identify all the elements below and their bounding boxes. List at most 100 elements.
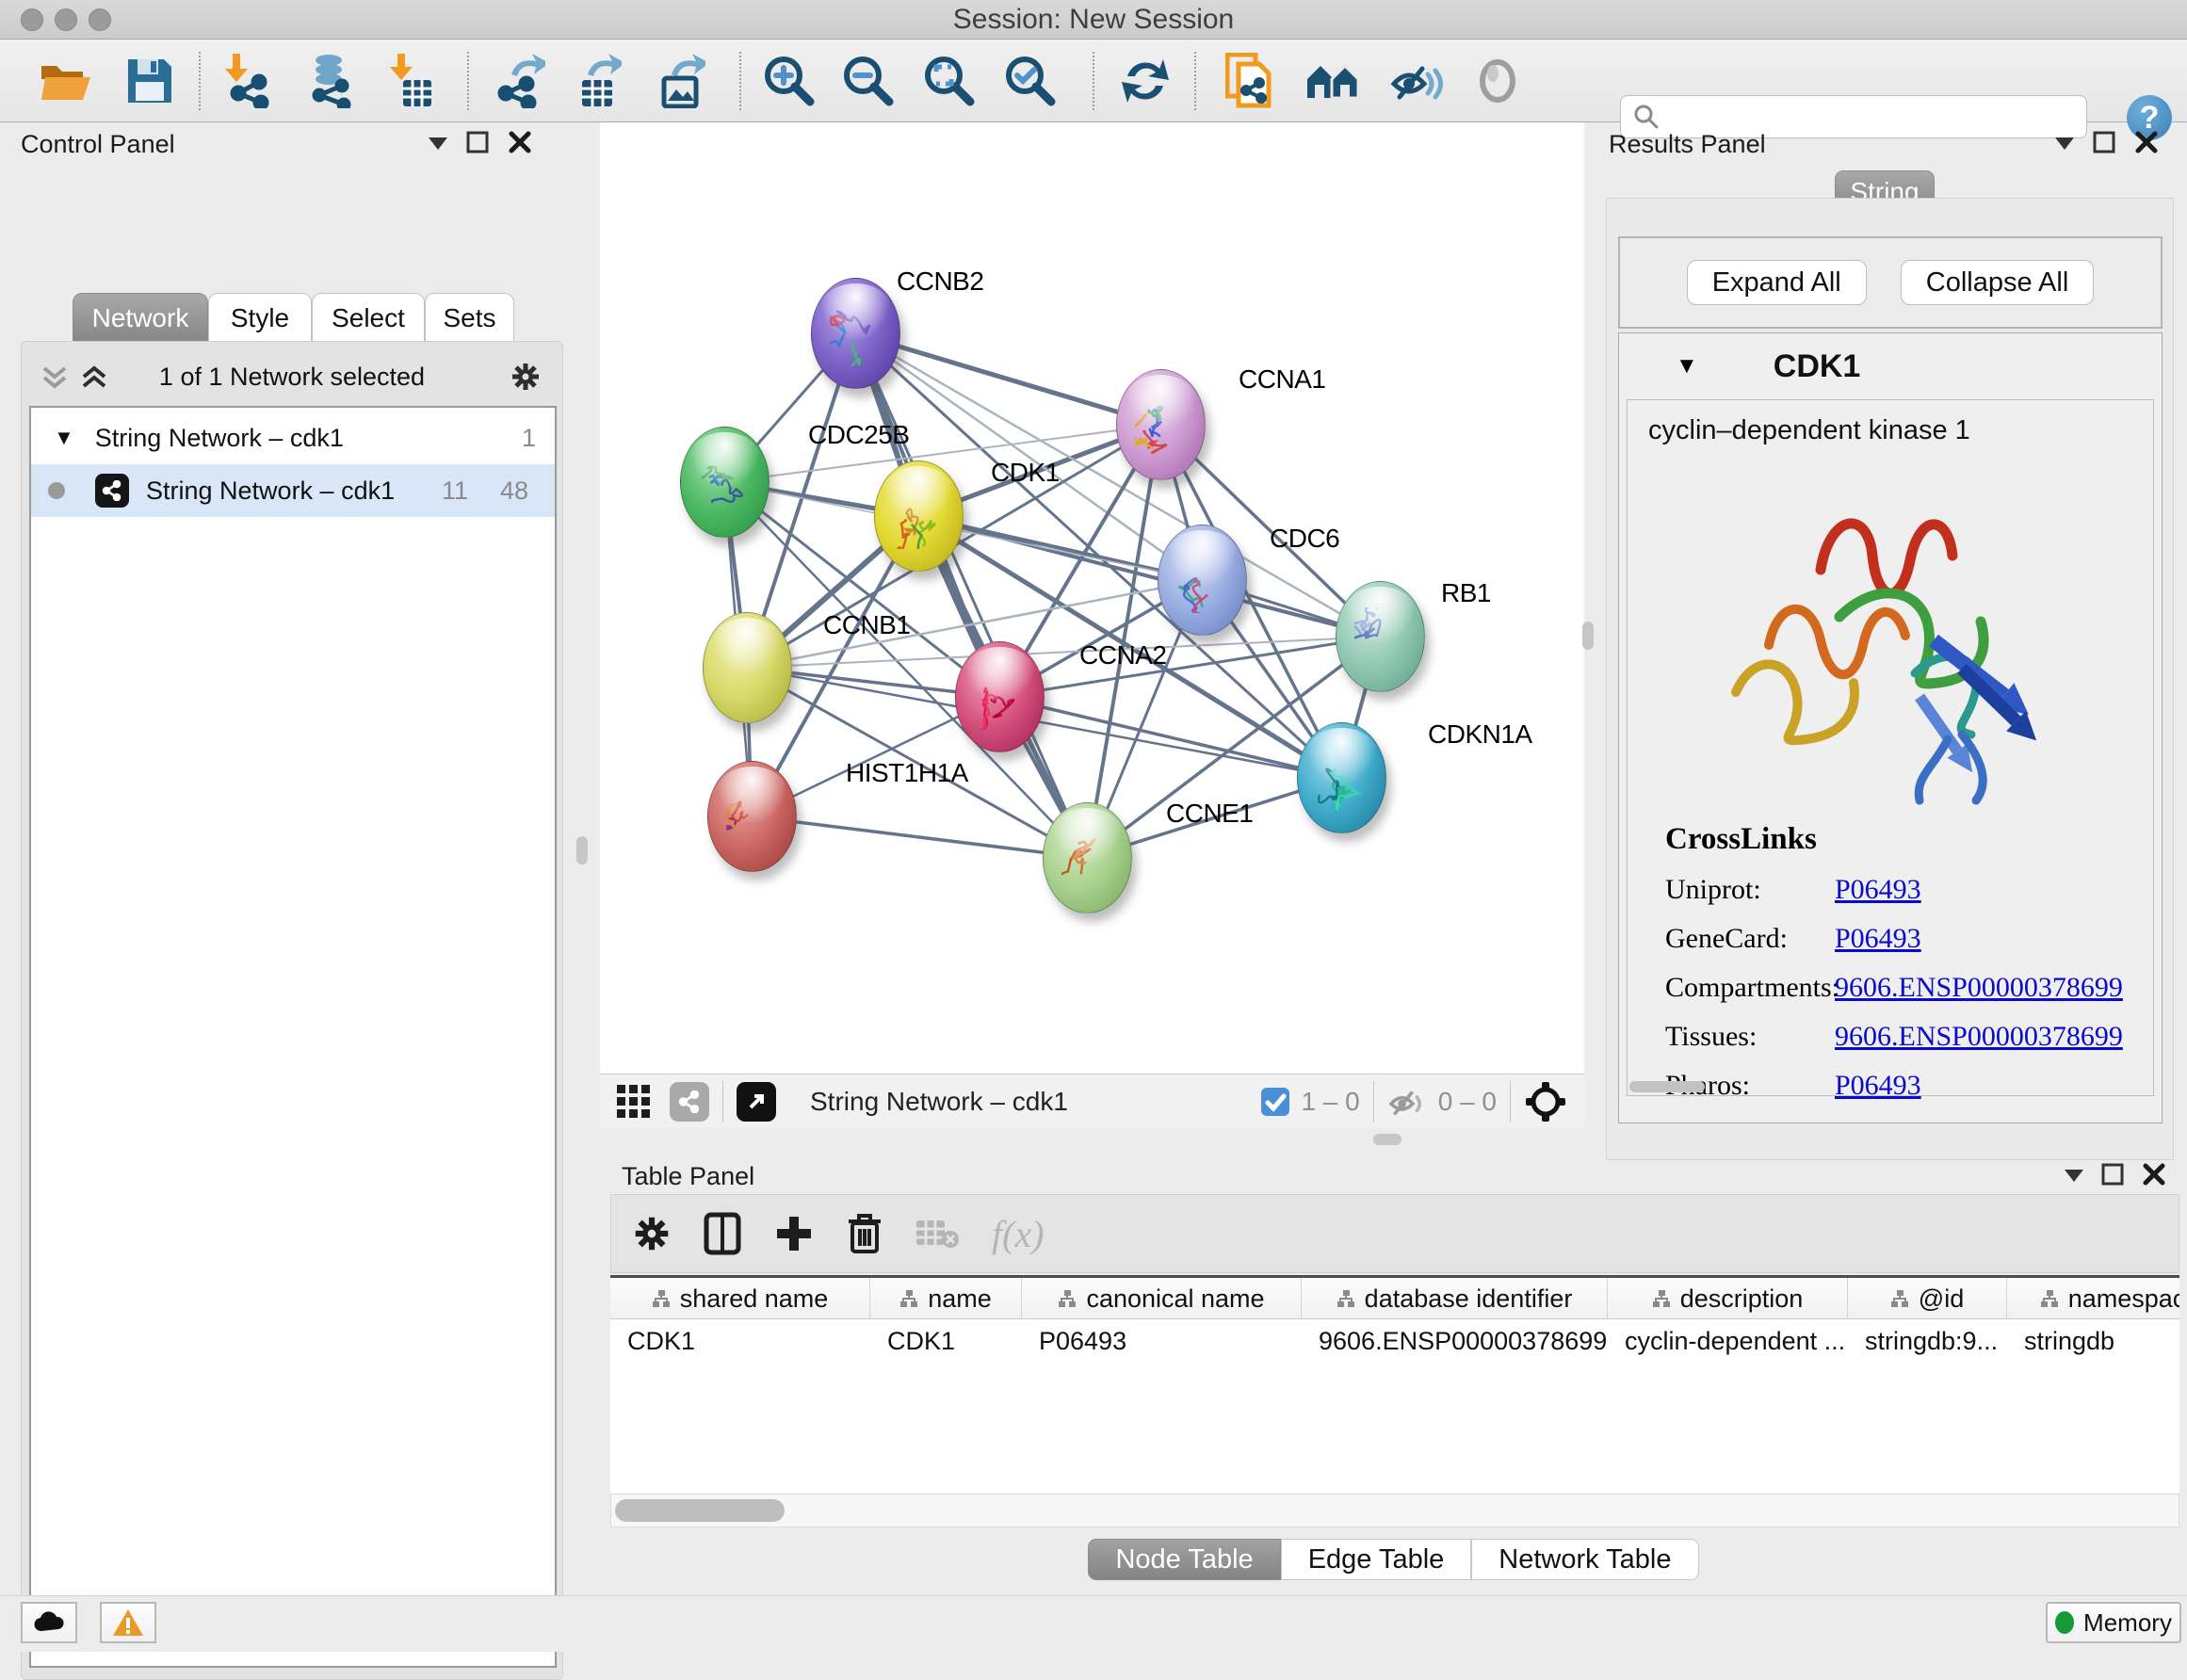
import-network-button[interactable] <box>216 50 278 112</box>
expand-all-button[interactable]: Expand All <box>1687 260 1867 305</box>
gene-card-scrollbar[interactable] <box>1629 1081 1705 1092</box>
table-cell[interactable]: CDK1 <box>870 1319 1022 1363</box>
grid-icon[interactable] <box>615 1083 653 1121</box>
network-node-cdkn1a[interactable] <box>1297 722 1386 833</box>
refresh-view-button[interactable] <box>1114 50 1176 112</box>
crosslink-link[interactable]: 9606.ENSP00000378699 <box>1835 972 2123 1004</box>
control-panel-menu-icon[interactable] <box>429 137 447 150</box>
network-overview-icon[interactable] <box>670 1082 709 1122</box>
table-cell[interactable]: 9606.ENSP00000378699 <box>1302 1319 1608 1363</box>
open-in-window-icon[interactable] <box>737 1082 776 1122</box>
show-columns-icon[interactable] <box>704 1212 741 1255</box>
right-splitter-handle[interactable] <box>1582 622 1594 650</box>
fit-selection-crosshair-icon[interactable] <box>1524 1080 1567 1123</box>
column-header-canonical-name[interactable]: canonical name <box>1022 1278 1302 1319</box>
import-network-from-database-button[interactable] <box>299 50 361 112</box>
table-panel-close-icon[interactable] <box>2142 1162 2166 1187</box>
table-cell[interactable]: CDK1 <box>610 1319 870 1363</box>
network-row-selected[interactable]: String Network – cdk1 11 48 <box>31 464 555 517</box>
column-header-name[interactable]: name <box>870 1278 1022 1319</box>
zoom-in-button[interactable] <box>758 50 820 112</box>
add-icon[interactable] <box>773 1213 815 1254</box>
selected-checkbox-icon[interactable] <box>1259 1086 1291 1118</box>
scrollbar-thumb[interactable] <box>615 1499 785 1522</box>
gear-icon[interactable] <box>510 361 542 393</box>
control-panel-title: Control Panel <box>21 130 175 159</box>
network-edge[interactable] <box>999 697 1341 778</box>
hidden-eye-icon[interactable] <box>1387 1085 1429 1119</box>
memory-label: Memory <box>2083 1608 2172 1638</box>
network-view-canvas[interactable]: CCNB2CCNA1CDC25BCDK1CDC6RB1CCNB1CCNA2CDK… <box>600 122 1584 1074</box>
network-node-ccna1[interactable] <box>1116 369 1206 480</box>
tab-sets[interactable]: Sets <box>425 293 514 342</box>
network-edge[interactable] <box>855 333 1160 425</box>
home-layout-button[interactable] <box>1303 50 1365 112</box>
network-node-hist1h1a[interactable] <box>707 761 797 872</box>
hide-unhide-button[interactable] <box>1386 50 1449 112</box>
network-node-ccnb1[interactable] <box>703 612 792 723</box>
node-table[interactable]: shared namenamecanonical namedatabase id… <box>610 1275 2179 1494</box>
table-cell[interactable]: stringdb:9... <box>1848 1319 2007 1363</box>
export-image-button[interactable] <box>649 50 711 112</box>
results-panel-menu-icon[interactable] <box>2055 137 2074 150</box>
gear-icon[interactable] <box>632 1214 672 1253</box>
network-node-cdc6[interactable] <box>1158 525 1247 636</box>
table-row[interactable]: CDK1CDK1P064939606.ENSP00000378699cyclin… <box>610 1319 2179 1363</box>
column-header-description[interactable]: description <box>1608 1278 1848 1319</box>
zoom-selected-button[interactable] <box>999 50 1061 112</box>
results-panel-float-icon[interactable] <box>2092 130 2116 154</box>
column-header-namespace[interactable]: namespace <box>2007 1278 2179 1319</box>
network-node-ccne1[interactable] <box>1043 802 1132 913</box>
show-eye-button[interactable] <box>1466 50 1529 112</box>
table-cell[interactable]: cyclin-dependent ... <box>1608 1319 1848 1363</box>
eye-slash-icon <box>1390 57 1445 105</box>
table-panel-float-icon[interactable] <box>2100 1162 2125 1187</box>
column-header--id[interactable]: @id <box>1848 1278 2007 1319</box>
open-session-button[interactable] <box>35 50 97 112</box>
gene-collapse-icon[interactable]: ▼ <box>1676 353 1698 380</box>
save-session-button[interactable] <box>119 50 181 112</box>
crosslink-link[interactable]: P06493 <box>1835 923 1921 955</box>
table-panel-menu-icon[interactable] <box>2065 1170 2083 1182</box>
network-collection-row[interactable]: ▼ String Network – cdk1 1 <box>31 412 555 464</box>
table-horizontal-scrollbar[interactable] <box>610 1494 2179 1527</box>
results-panel-close-icon[interactable] <box>2134 130 2159 154</box>
gene-card-header[interactable]: ▼ CDK1 <box>1619 333 2162 399</box>
cloud-status-button[interactable] <box>21 1602 77 1643</box>
copy-network-button[interactable] <box>1218 50 1280 112</box>
tab-style[interactable]: Style <box>208 293 312 342</box>
network-node-cdk1[interactable] <box>874 460 964 572</box>
crosslink-link[interactable]: P06493 <box>1835 1070 1921 1102</box>
tab-select[interactable]: Select <box>312 293 425 342</box>
collapse-all-button[interactable]: Collapse All <box>1901 260 2095 305</box>
table-cell[interactable]: stringdb <box>2007 1319 2179 1363</box>
tab-network[interactable]: Network <box>73 293 208 342</box>
crosslink-link[interactable]: 9606.ENSP00000378699 <box>1835 1021 2123 1053</box>
tab-node-table[interactable]: Node Table <box>1088 1539 1280 1580</box>
main-toolbar: ? <box>0 40 2187 122</box>
network-node-rb1[interactable] <box>1336 581 1425 692</box>
export-network-button[interactable] <box>489 50 551 112</box>
network-node-cdc25b[interactable] <box>680 427 770 538</box>
network-node-ccnb2[interactable] <box>811 278 900 389</box>
column-header-database-identifier[interactable]: database identifier <box>1302 1278 1608 1319</box>
left-splitter-handle[interactable] <box>576 836 588 864</box>
column-header-shared-name[interactable]: shared name <box>610 1278 870 1319</box>
trash-icon[interactable] <box>847 1212 883 1255</box>
network-edge[interactable] <box>752 816 1087 858</box>
horizontal-splitter-handle[interactable] <box>1373 1134 1401 1145</box>
memory-button[interactable]: Memory <box>2046 1602 2181 1643</box>
import-table-button[interactable] <box>381 50 443 112</box>
control-panel-float-icon[interactable] <box>465 130 490 154</box>
tab-edge-table[interactable]: Edge Table <box>1281 1539 1472 1580</box>
zoom-out-button[interactable] <box>837 50 899 112</box>
network-node-ccna2[interactable] <box>955 641 1045 752</box>
zoom-fit-button[interactable] <box>918 50 980 112</box>
warnings-button[interactable] <box>100 1602 156 1643</box>
collection-expand-icon[interactable]: ▼ <box>54 426 74 450</box>
crosslink-link[interactable]: P06493 <box>1835 874 1921 906</box>
tab-network-table[interactable]: Network Table <box>1471 1539 1698 1580</box>
table-cell[interactable]: P06493 <box>1022 1319 1302 1363</box>
export-table-button[interactable] <box>565 50 627 112</box>
control-panel-close-icon[interactable] <box>508 130 532 154</box>
